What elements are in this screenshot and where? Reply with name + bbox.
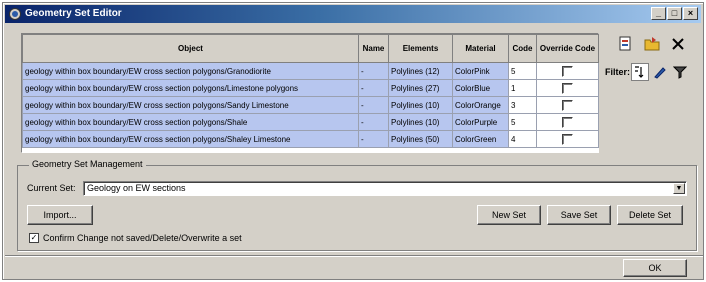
column-header-material[interactable]: Material [452, 34, 509, 63]
geometry-grid[interactable]: Object Name Elements Material Code Overr… [21, 33, 599, 153]
cell-name[interactable]: - [358, 113, 389, 131]
cell-material[interactable]: ColorBlue [452, 79, 509, 97]
folder-icon[interactable] [643, 35, 661, 53]
cell-object[interactable]: geology within box boundary/EW cross sec… [22, 79, 359, 97]
cell-elements[interactable]: Polylines (10) [388, 113, 453, 131]
cell-name[interactable]: - [358, 96, 389, 114]
ok-button[interactable]: OK [623, 259, 687, 277]
table-row[interactable]: geology within box boundary/EW cross sec… [22, 130, 599, 148]
cell-material[interactable]: ColorPurple [452, 113, 509, 131]
geometry-table: Object Name Elements Material Code Overr… [22, 34, 599, 148]
current-set-dropdown[interactable]: Geology on EW sections ▼ [83, 181, 687, 196]
cell-override [536, 113, 599, 131]
geometry-set-editor-window: Geometry Set Editor _ □ × Object Name El… [2, 2, 704, 280]
funnel-icon[interactable] [671, 63, 689, 81]
cell-name[interactable]: - [358, 62, 389, 80]
cell-object[interactable]: geology within box boundary/EW cross sec… [22, 130, 359, 148]
table-row[interactable]: geology within box boundary/EW cross sec… [22, 79, 599, 97]
cell-elements[interactable]: Polylines (12) [388, 62, 453, 80]
chevron-down-icon[interactable]: ▼ [673, 183, 685, 194]
save-set-button[interactable]: Save Set [547, 205, 611, 225]
column-header-object[interactable]: Object [22, 34, 359, 63]
table-row[interactable]: geology within box boundary/EW cross sec… [22, 113, 599, 131]
override-code-checkbox[interactable] [562, 65, 573, 77]
override-code-checkbox[interactable] [562, 116, 573, 128]
cell-override [536, 130, 599, 148]
table-row[interactable]: geology within box boundary/EW cross sec… [22, 62, 599, 80]
cell-object[interactable]: geology within box boundary/EW cross sec… [22, 62, 359, 80]
table-row[interactable]: geology within box boundary/EW cross sec… [22, 96, 599, 114]
column-header-code[interactable]: Code [508, 34, 537, 63]
column-header-name[interactable]: Name [358, 34, 389, 63]
table-header-row: Object Name Elements Material Code Overr… [22, 34, 599, 63]
cell-override [536, 62, 599, 80]
cell-code[interactable]: 5 [508, 113, 537, 131]
cell-elements[interactable]: Polylines (50) [388, 130, 453, 148]
cell-elements[interactable]: Polylines (27) [388, 79, 453, 97]
override-code-checkbox[interactable] [562, 133, 573, 145]
app-icon [9, 8, 21, 20]
import-button[interactable]: Import... [27, 205, 93, 225]
cell-name[interactable]: - [358, 79, 389, 97]
override-code-checkbox[interactable] [562, 82, 573, 94]
cell-object[interactable]: geology within box boundary/EW cross sec… [22, 96, 359, 114]
report-icon[interactable] [617, 35, 635, 53]
cell-code[interactable]: 3 [508, 96, 537, 114]
confirm-checkbox[interactable]: ✓ [29, 233, 39, 243]
cell-object[interactable]: geology within box boundary/EW cross sec… [22, 113, 359, 131]
cell-code[interactable]: 4 [508, 130, 537, 148]
minimize-button[interactable]: _ [651, 7, 666, 20]
cell-code[interactable]: 1 [508, 79, 537, 97]
cell-override [536, 79, 599, 97]
cell-material[interactable]: ColorGreen [452, 130, 509, 148]
cell-code[interactable]: 5 [508, 62, 537, 80]
sort-icon[interactable] [631, 63, 649, 81]
cell-material[interactable]: ColorPink [452, 62, 509, 80]
override-code-checkbox[interactable] [562, 99, 573, 111]
window-title: Geometry Set Editor [25, 8, 122, 19]
cell-material[interactable]: ColorOrange [452, 96, 509, 114]
cell-elements[interactable]: Polylines (10) [388, 96, 453, 114]
pen-icon[interactable] [651, 63, 669, 81]
title-bar[interactable]: Geometry Set Editor _ □ × [5, 5, 701, 23]
group-title: Geometry Set Management [29, 159, 146, 169]
cell-override [536, 96, 599, 114]
confirm-label: Confirm Change not saved/Delete/Overwrit… [43, 233, 242, 243]
delete-set-button[interactable]: Delete Set [617, 205, 683, 225]
current-set-label: Current Set: [27, 183, 76, 193]
column-header-override-code[interactable]: Override Code [536, 34, 599, 63]
current-set-value: Geology on EW sections [87, 183, 186, 193]
filter-label: Filter: [605, 67, 631, 77]
column-header-elements[interactable]: Elements [388, 34, 453, 63]
divider [5, 255, 703, 257]
close-window-button[interactable]: × [683, 7, 698, 20]
cell-name[interactable]: - [358, 130, 389, 148]
new-set-button[interactable]: New Set [477, 205, 541, 225]
maximize-button[interactable]: □ [667, 7, 682, 20]
close-icon[interactable] [669, 35, 687, 53]
